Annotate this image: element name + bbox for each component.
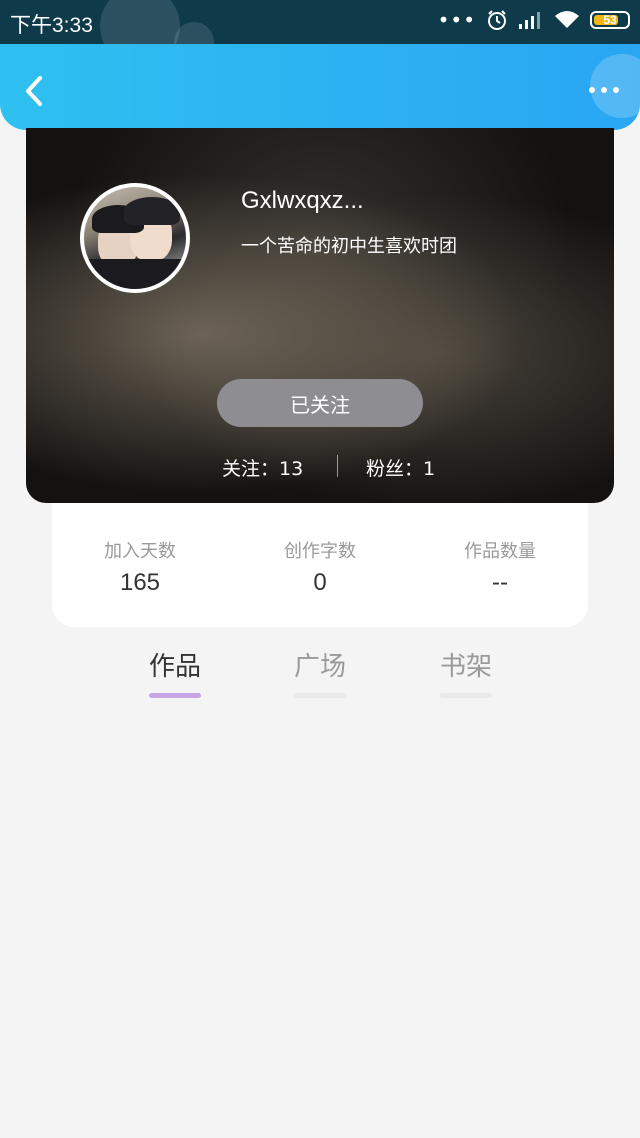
stat-join-days: 加入天数 165 — [70, 537, 210, 597]
signal-icon — [519, 12, 540, 29]
tab-works[interactable]: 作品 — [135, 646, 215, 698]
wifi-icon — [555, 11, 579, 28]
stat-value: 0 — [313, 569, 327, 596]
profile-card: Gxlwxqxz... 一个苦命的初中生喜欢时团 已关注 关注：13 粉丝：1 — [26, 128, 614, 503]
battery-level: 53 — [603, 13, 617, 27]
stat-label: 创作字数 — [284, 541, 356, 562]
stat-word-count: 创作字数 0 — [250, 537, 390, 597]
followed-button[interactable]: 已关注 — [217, 379, 423, 427]
stat-value: 165 — [119, 569, 161, 596]
tab-bookshelf[interactable]: 书架 — [426, 646, 506, 698]
stat-label: 加入天数 — [104, 541, 176, 562]
user-bio: 一个苦命的初中生喜欢时团 — [241, 236, 457, 257]
notification-dots-icon: ••• — [437, 8, 476, 32]
stat-works-count: 作品数量 -- — [430, 537, 570, 597]
status-time: 下午3:33 — [10, 14, 93, 37]
tab-square[interactable]: 广场 — [280, 646, 360, 698]
following-count[interactable]: 关注：13 — [222, 454, 303, 481]
fans-count[interactable]: 粉丝：1 — [366, 454, 435, 481]
tab-label: 广场 — [293, 652, 346, 682]
alarm-icon — [488, 10, 506, 30]
stat-value: -- — [492, 569, 508, 596]
username: Gxlwxqxz... — [241, 187, 364, 214]
status-bar: 下午3:33 ••• 53 — [0, 0, 640, 66]
status-icons: ••• 53 — [438, 9, 630, 31]
header-bar — [0, 44, 640, 130]
divider — [337, 455, 338, 477]
tab-label: 作品 — [148, 652, 201, 682]
avatar[interactable] — [80, 183, 190, 293]
tab-underline — [294, 693, 346, 698]
battery-icon: 53 — [590, 11, 630, 29]
tab-label: 书架 — [439, 652, 492, 682]
back-icon[interactable] — [18, 74, 52, 108]
stat-label: 作品数量 — [464, 541, 536, 562]
stats-card: 加入天数 165 创作字数 0 作品数量 -- — [52, 503, 588, 627]
avatar-hair — [124, 197, 180, 225]
more-dots-icon[interactable] — [584, 80, 624, 100]
avatar-suit — [84, 259, 186, 289]
tab-underline — [149, 693, 201, 698]
tab-underline — [440, 693, 492, 698]
